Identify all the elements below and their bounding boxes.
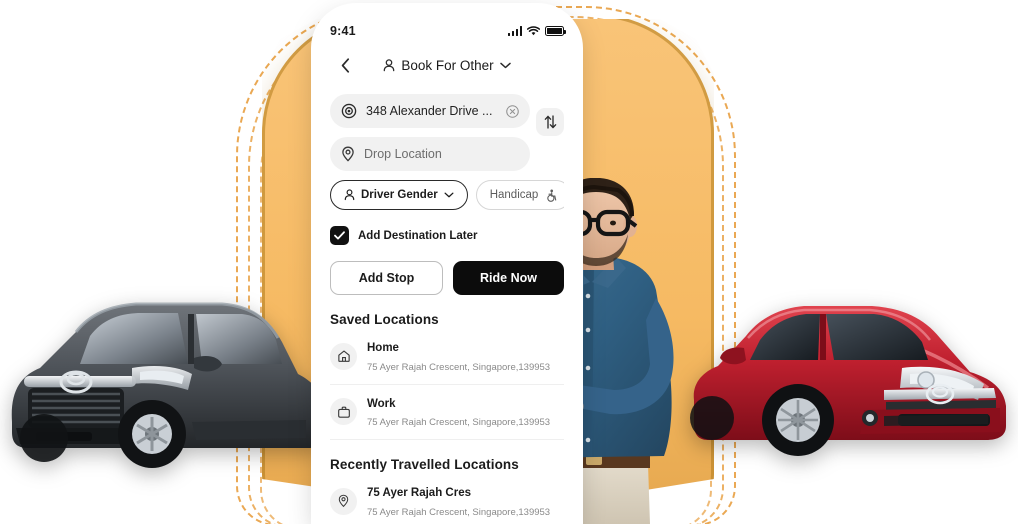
clear-circle-icon[interactable] bbox=[506, 104, 519, 118]
recent-location-address: 75 Ayer Rajah Crescent, Singapore,139953 bbox=[367, 506, 551, 518]
back-button[interactable] bbox=[336, 56, 354, 74]
status-icons bbox=[507, 26, 567, 36]
check-icon bbox=[334, 231, 345, 240]
chip-driver-gender-label: Driver Gender bbox=[361, 189, 438, 201]
recent-location-text: 75 Ayer Rajah Cres 75 Ayer Rajah Crescen… bbox=[367, 483, 564, 520]
hero-composition: 9:41 Book For Other 348 Alexander Drive … bbox=[0, 0, 1018, 524]
phone-mockup: 9:41 Book For Other 348 Alexander Drive … bbox=[316, 8, 578, 524]
person-icon bbox=[384, 58, 395, 71]
checkbox-label: Add Destination Later bbox=[358, 229, 478, 242]
location-fields: 348 Alexander Drive ... Drop Location bbox=[330, 94, 564, 171]
nav-bar: Book For Other bbox=[330, 48, 564, 82]
chevron-down-icon bbox=[444, 192, 454, 198]
saved-location-name: Home bbox=[367, 342, 399, 354]
swap-vertical-icon bbox=[544, 115, 556, 129]
add-destination-later-checkbox[interactable]: Add Destination Later bbox=[330, 226, 564, 245]
chevron-left-icon bbox=[341, 57, 349, 73]
phone-screen: 9:41 Book For Other 348 Alexander Drive … bbox=[316, 8, 578, 524]
map-pin-icon bbox=[330, 487, 357, 515]
target-location-icon bbox=[341, 103, 357, 119]
saved-location-address: 75 Ayer Rajah Crescent, Singapore,139953 bbox=[367, 361, 551, 373]
chip-handicap[interactable]: Handicap bbox=[475, 180, 564, 210]
status-bar: 9:41 bbox=[330, 8, 567, 42]
drop-location-input[interactable]: Drop Location bbox=[330, 137, 530, 171]
saved-location-home[interactable]: Home 75 Ayer Rajah Crescent, Singapore,1… bbox=[330, 329, 564, 385]
left-vehicle-image bbox=[11, 302, 324, 468]
person-icon bbox=[344, 189, 355, 201]
recent-location-name: 75 Ayer Rajah Cres bbox=[367, 487, 471, 500]
saved-location-text: Home 75 Ayer Rajah Crescent, Singapore,1… bbox=[367, 338, 564, 375]
book-for-other-selector[interactable]: Book For Other bbox=[383, 57, 511, 73]
saved-location-name: Work bbox=[367, 397, 396, 410]
saved-location-address: 75 Ayer Rajah Crescent, Singapore,139953 bbox=[367, 417, 551, 429]
add-stop-button[interactable]: Add Stop bbox=[330, 261, 443, 295]
pickup-location-input[interactable]: 348 Alexander Drive ... bbox=[330, 94, 530, 128]
pickup-location-value: 348 Alexander Drive ... bbox=[366, 104, 493, 118]
right-vehicle-image bbox=[690, 306, 1006, 456]
battery-icon bbox=[545, 26, 567, 36]
nav-title-text: Book For Other bbox=[401, 57, 494, 73]
recent-locations-title: Recently Travelled Locations bbox=[330, 457, 519, 473]
cellular-signal-icon bbox=[507, 26, 522, 36]
ride-now-button[interactable]: Ride Now bbox=[453, 261, 564, 295]
wifi-icon bbox=[527, 26, 540, 36]
drop-location-placeholder: Drop Location bbox=[364, 147, 442, 161]
chip-handicap-label: Handicap bbox=[489, 189, 539, 201]
saved-location-text: Work 75 Ayer Rajah Crescent, Singapore,1… bbox=[367, 394, 564, 431]
wheelchair-icon bbox=[547, 189, 557, 202]
home-icon bbox=[330, 342, 357, 370]
checkbox-box bbox=[330, 226, 349, 245]
filter-chips: Driver Gender Handicap bbox=[330, 180, 564, 212]
status-time: 9:41 bbox=[330, 24, 356, 38]
chip-driver-gender[interactable]: Driver Gender bbox=[330, 180, 468, 210]
saved-location-work[interactable]: Work 75 Ayer Rajah Crescent, Singapore,1… bbox=[330, 385, 564, 441]
action-buttons: Add Stop Ride Now bbox=[330, 261, 564, 295]
recent-location-row[interactable]: 75 Ayer Rajah Cres 75 Ayer Rajah Crescen… bbox=[330, 474, 564, 524]
saved-locations-title: Saved Locations bbox=[330, 312, 439, 327]
briefcase-icon bbox=[330, 398, 357, 426]
chevron-down-icon bbox=[499, 62, 511, 68]
swap-locations-button[interactable] bbox=[536, 108, 564, 136]
map-pin-icon bbox=[342, 146, 354, 162]
